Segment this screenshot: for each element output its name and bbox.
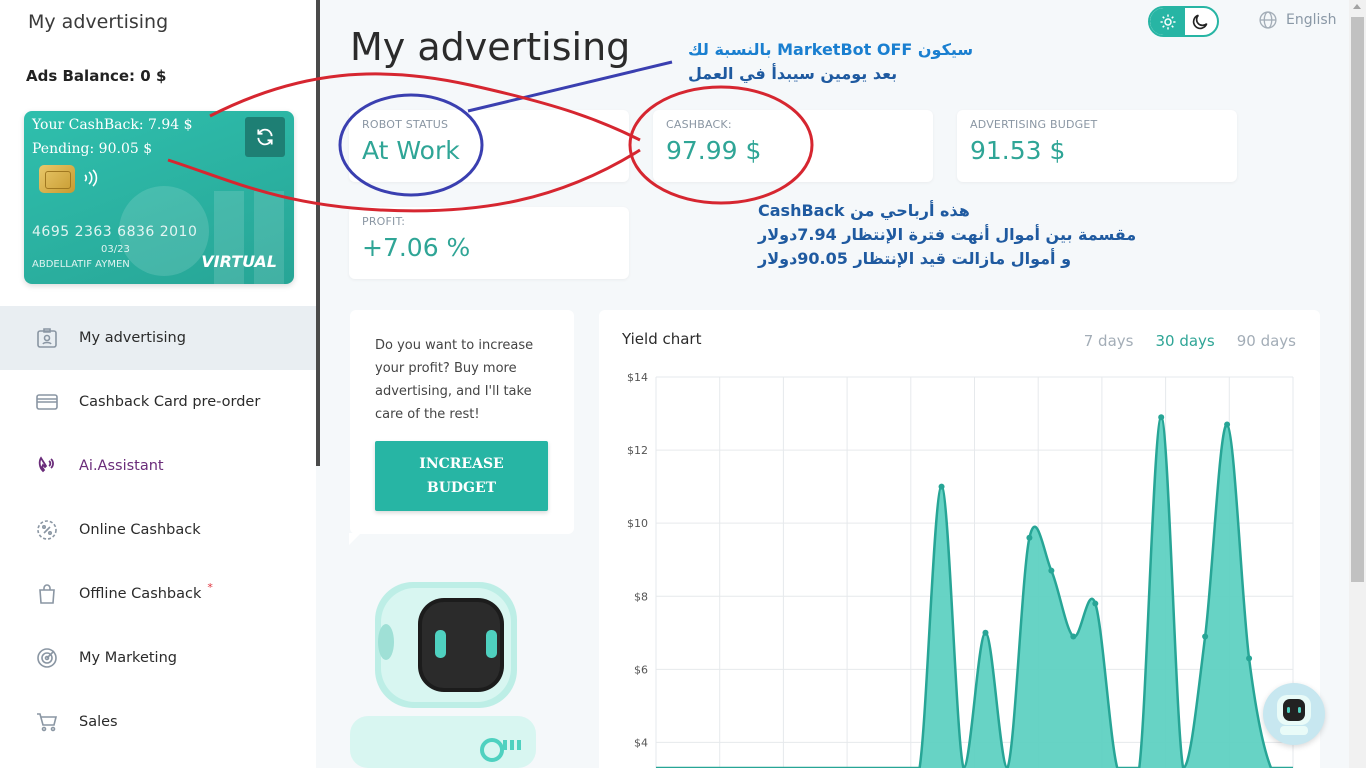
credit-card-icon (34, 389, 60, 415)
annotation-note-2-line-3: و أموال مازالت قيد الإنتظار 90.05دولار (758, 249, 1072, 268)
chart-point (1092, 600, 1099, 607)
page-scrollbar[interactable] (1349, 0, 1366, 768)
globe-icon (1259, 11, 1277, 29)
chart-point (1158, 414, 1165, 421)
scroll-up-arrow-icon[interactable] (1353, 4, 1361, 9)
chart-point (1026, 534, 1033, 541)
sidebar-nav: My advertising Cashback Card pre-order A… (0, 306, 316, 754)
chart-point (1224, 421, 1231, 428)
moon-icon[interactable] (1183, 8, 1217, 35)
profit-card: PROFIT: +7.06 % (349, 207, 629, 279)
page-title: My advertising (350, 25, 631, 69)
sidebar-item-label: Ai.Assistant (79, 458, 164, 474)
cashback-value: 97.99 $ (666, 136, 762, 165)
refresh-button[interactable] (245, 117, 285, 157)
theme-toggle[interactable] (1148, 6, 1219, 37)
card-pending-line: Pending: 90.05 $ (32, 141, 153, 157)
sidebar-item-label: Cashback Card pre-order (79, 394, 261, 410)
language-selector[interactable]: English (1258, 10, 1337, 30)
chart-point (1070, 633, 1077, 640)
robot-status-value: At Work (362, 136, 460, 165)
annotation-note-2-line-1: هذه أرباحي من CashBack (758, 201, 970, 220)
sidebar-item-label: Offline Cashback (79, 586, 202, 602)
scrollbar-thumb[interactable] (1351, 17, 1364, 582)
contactless-icon (82, 169, 98, 191)
annotation-blue-arrow (467, 60, 673, 113)
chart-point (1048, 567, 1055, 574)
language-label: English (1286, 12, 1337, 28)
chart-ytick-label: $4 (634, 736, 648, 749)
sidebar-item-label: My Marketing (79, 650, 177, 666)
shopping-bag-icon (34, 581, 60, 607)
advertising-budget-label: ADVERTISING BUDGET (970, 118, 1098, 131)
sidebar-item-ai-assistant[interactable]: Ai.Assistant (0, 434, 316, 498)
card-chip-icon (39, 165, 75, 193)
sidebar-title: My advertising (28, 11, 169, 33)
increase-budget-line1: INCREASE (419, 456, 504, 472)
profit-value: +7.06 % (362, 233, 471, 262)
advertising-budget-value: 91.53 $ (970, 136, 1066, 165)
chart-ytick-label: $10 (627, 517, 648, 530)
chart-point (938, 483, 945, 490)
yield-chart: $14 $12 $10 $8 $6 $4 (627, 371, 1294, 768)
promo-bubble-tail (349, 533, 361, 545)
promo-bubble: Do you want to increase your profit? Buy… (350, 310, 574, 534)
sidebar-item-online-cashback[interactable]: Online Cashback (0, 498, 316, 562)
annotation-note-1-line-2: بعد يومين سيبدأ في العمل (688, 64, 898, 83)
refresh-icon (257, 128, 273, 146)
robot-status-label: ROBOT STATUS (362, 118, 449, 131)
promo-text: Do you want to increase your profit? Buy… (375, 338, 534, 422)
card-cashback-line: Your CashBack: 7.94 $ (32, 117, 193, 133)
phone-wave-icon (34, 453, 60, 479)
chart-point (1202, 633, 1209, 640)
ads-balance: Ads Balance: 0 $ (26, 67, 167, 85)
sidebar-item-offline-cashback[interactable]: Offline Cashback * (0, 562, 316, 626)
sidebar-item-label: My advertising (79, 330, 186, 346)
robot-status-card: ROBOT STATUS At Work (349, 110, 629, 182)
annotation-note-2-line-2: مقسمة بين أموال أنهت فترة الإنتظار 7.94د… (758, 225, 1137, 244)
yield-chart-panel: Yield chart 7 days 30 days 90 days $14 $1… (599, 310, 1320, 768)
cart-icon (34, 709, 60, 735)
chart-ytick-label: $12 (627, 444, 648, 457)
card-number: 4695 2363 6836 2010 (32, 224, 198, 240)
sidebar-item-label: Sales (79, 714, 118, 730)
card-type: VIRTUAL (201, 252, 277, 271)
robot-mascot-illustration (350, 582, 536, 768)
annotation-note-1-line-1: سيكون MarketBot OFF بالنسبة لك (688, 40, 974, 59)
card-holder: ABDELLATIF AYMEN (32, 259, 130, 270)
increase-budget-button[interactable]: INCREASE BUDGET (375, 441, 548, 511)
chart-ytick-label: $6 (634, 663, 648, 676)
target-icon (34, 645, 60, 671)
sidebar: My advertising Ads Balance: 0 $ Your Cas… (0, 0, 316, 768)
robot-icon (1277, 695, 1311, 735)
sidebar-divider (316, 0, 320, 466)
chart-ytick-label: $8 (634, 590, 648, 603)
chart-point (982, 629, 989, 636)
increase-budget-line2: BUDGET (426, 480, 497, 496)
sidebar-item-cashback-card-preorder[interactable]: Cashback Card pre-order (0, 370, 316, 434)
cashback-card: Your CashBack: 7.94 $ Pending: 90.05 $ 4… (24, 111, 294, 284)
chart-ytick-label: $14 (627, 371, 648, 384)
sidebar-item-my-advertising[interactable]: My advertising (0, 306, 316, 370)
chart-point (1246, 655, 1253, 662)
sidebar-item-my-marketing[interactable]: My Marketing (0, 626, 316, 690)
id-badge-icon (34, 325, 60, 351)
card-expiry: 03/23 (101, 244, 130, 255)
new-badge: * (207, 580, 213, 594)
sidebar-item-sales[interactable]: Sales (0, 690, 316, 754)
chat-assistant-button[interactable] (1263, 683, 1325, 745)
sun-icon[interactable] (1150, 8, 1185, 35)
percent-gear-icon (34, 517, 60, 543)
sidebar-item-label: Online Cashback (79, 522, 201, 538)
profit-label: PROFIT: (362, 215, 406, 228)
advertising-budget-card: ADVERTISING BUDGET 91.53 $ (957, 110, 1237, 182)
cashback-stat-card: CASHBACK: 97.99 $ (653, 110, 933, 182)
cashback-label: CASHBACK: (666, 118, 732, 131)
